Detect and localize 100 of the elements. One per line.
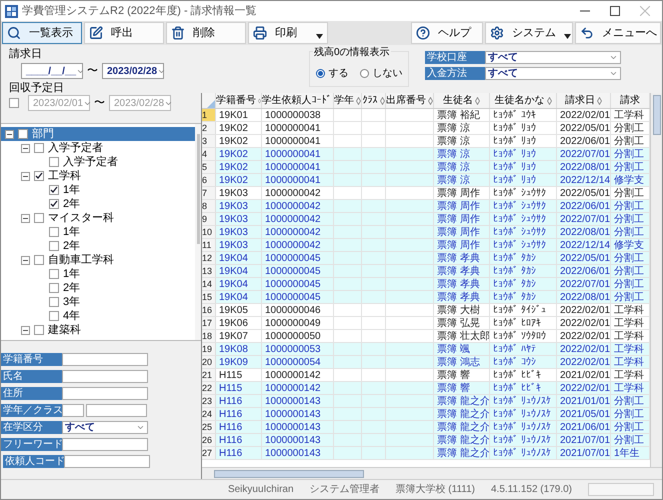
- checkbox[interactable]: [49, 297, 59, 307]
- table-row[interactable]: 27 H116 1000000143 票簿 龍之介 ﾋｮｳﾎﾞ ﾘｭｳﾉｽｹ 2021/07/01 1年生: [202, 447, 650, 460]
- checkbox[interactable]: [49, 283, 59, 293]
- table-row[interactable]: 11 19K03 1000000042 票簿 周作 ﾋｮｳﾎﾞ ｼｭｳｻｸ 2022/12/14 修学支: [202, 239, 650, 252]
- select-field[interactable]: すべて: [485, 51, 621, 64]
- checkbox[interactable]: [49, 227, 59, 237]
- radio-button[interactable]: する: [316, 66, 348, 81]
- checkbox[interactable]: [49, 185, 59, 195]
- sort-icon[interactable]: [475, 96, 480, 104]
- sort-icon[interactable]: [356, 96, 361, 104]
- tree-item[interactable]: 2年: [1, 197, 195, 211]
- scrollbar[interactable]: [195, 124, 201, 340]
- checkbox[interactable]: [34, 325, 44, 335]
- select-field[interactable]: すべて: [62, 421, 148, 434]
- checkbox[interactable]: [9, 98, 19, 108]
- table-row[interactable]: 12 19K04 1000000045 票簿 孝典 ﾋｮｳﾎﾞ ﾀｶｼ 2022/05/01 分割工: [202, 252, 650, 265]
- sort-icon[interactable]: [546, 96, 552, 104]
- checkbox[interactable]: [34, 255, 44, 265]
- column-header[interactable]: 学年: [334, 93, 362, 108]
- input-field[interactable]: [62, 370, 148, 383]
- column-header[interactable]: 生徒名かな: [490, 93, 557, 108]
- date-field[interactable]: ____/__/__: [21, 63, 83, 80]
- table-row[interactable]: 24 H116 1000000143 票簿 龍之介 ﾋｮｳﾎﾞ ﾘｭｳﾉｽｹ 2021/05/01 分割工: [202, 408, 650, 421]
- tree-item[interactable]: 入学予定者: [1, 155, 195, 169]
- scrollbar[interactable]: [202, 467, 662, 479]
- input-field[interactable]: [62, 404, 84, 417]
- tree-item[interactable]: 1年: [1, 183, 195, 197]
- toolbar-button[interactable]: 印刷: [248, 22, 328, 44]
- input-field[interactable]: [64, 455, 150, 468]
- input-field[interactable]: [62, 353, 148, 366]
- table-row[interactable]: 18 19K07 1000000050 票簿 壮太郎 ﾋｮｳﾎﾞ ｿｳﾀﾛｳ 2022/02/01 工学科: [202, 330, 650, 343]
- table-row[interactable]: 23 H116 1000000143 票簿 龍之介 ﾋｮｳﾎﾞ ﾘｭｳﾉｽｹ 2021/01/01 分割工: [202, 395, 650, 408]
- collapse-icon[interactable]: [5, 130, 14, 138]
- tree-item[interactable]: 3年: [1, 295, 195, 309]
- select-field[interactable]: すべて: [485, 67, 621, 80]
- tree-item[interactable]: 4年: [1, 309, 195, 323]
- checkbox[interactable]: [49, 311, 59, 321]
- collapse-icon[interactable]: [21, 144, 30, 152]
- table-row[interactable]: 21 H115 1000000142 票簿 響 ﾋｮｳﾎﾞ ﾋﾋﾞｷ 2021/02/01 工学科: [202, 369, 650, 382]
- collapse-icon[interactable]: [21, 172, 30, 180]
- table-row[interactable]: 9 19K03 1000000042 票簿 周作 ﾋｮｳﾎﾞ ｼｭｳｻｸ 2022/07/01 分割工: [202, 213, 650, 226]
- tree-item[interactable]: 部門: [1, 127, 195, 141]
- checkbox[interactable]: [49, 157, 59, 167]
- checkbox[interactable]: [34, 171, 44, 181]
- input-field[interactable]: [62, 387, 148, 400]
- table-row[interactable]: 14 19K04 1000000045 票簿 孝典 ﾋｮｳﾎﾞ ﾀｶｼ 2022/07/01 分割工: [202, 278, 650, 291]
- tree-item[interactable]: 2年: [1, 239, 195, 253]
- date-field[interactable]: 2023/02/28: [102, 63, 164, 80]
- tree-item[interactable]: 2年: [1, 281, 195, 295]
- checkbox[interactable]: [34, 213, 44, 223]
- table-row[interactable]: 3 19K02 1000000041 票簿 涼 ﾋｮｳﾎﾞ ﾘｮｳ 2022/06/01 分割工: [202, 135, 650, 148]
- collapse-icon[interactable]: [21, 214, 30, 222]
- toolbar-button[interactable]: 一覧表示: [2, 22, 82, 44]
- tree-item[interactable]: 1年: [1, 267, 195, 281]
- sort-icon[interactable]: [597, 96, 602, 104]
- toolbar-button[interactable]: 呼出: [84, 22, 164, 44]
- tree-item[interactable]: 入学予定者: [1, 141, 195, 155]
- table-row[interactable]: 2 19K02 1000000041 票簿 涼 ﾋｮｳﾎﾞ ﾘｮｳ 2022/05/01 分割工: [202, 122, 650, 135]
- scrollbar[interactable]: [650, 93, 662, 467]
- column-header[interactable]: 請求日: [557, 93, 611, 108]
- table-row[interactable]: 20 19K09 1000000054 票簿 鴻志 ﾋｮｳﾎﾞ ｺｳｼ 2022/02/01 工学科: [202, 356, 650, 369]
- tree-item[interactable]: 自動車工学科: [1, 253, 195, 267]
- table-row[interactable]: 16 19K05 1000000046 票簿 大樹 ﾋｮｳﾎﾞ ﾀｲｼﾞｭ 2022/02/01 工学科: [202, 304, 650, 317]
- collapse-icon[interactable]: [21, 326, 30, 334]
- column-header[interactable]: 出席番号: [386, 93, 434, 108]
- sort-icon[interactable]: [428, 96, 433, 104]
- checkbox[interactable]: [18, 129, 28, 139]
- tree-item[interactable]: 工学科: [1, 169, 195, 183]
- radio-button[interactable]: しない: [360, 66, 402, 81]
- input-field[interactable]: [62, 438, 148, 451]
- sort-icon[interactable]: [258, 96, 261, 104]
- table-row[interactable]: 8 19K03 1000000042 票簿 周作 ﾋｮｳﾎﾞ ｼｭｳｻｸ 2022/06/01 分割工: [202, 200, 650, 213]
- table-row[interactable]: 6 19K02 1000000041 票簿 涼 ﾋｮｳﾎﾞ ﾘｮｳ 2022/12/14 修学支: [202, 174, 650, 187]
- table-row[interactable]: 5 19K02 1000000041 票簿 涼 ﾋｮｳﾎﾞ ﾘｮｳ 2022/08/01 分割工: [202, 161, 650, 174]
- collapse-icon[interactable]: [21, 256, 30, 264]
- tree-item[interactable]: 建築科: [1, 323, 195, 337]
- table-row[interactable]: 1 19K01 1000000038 票簿 裕紀 ﾋｮｳﾎﾞ ﾕｳｷ 2022/02/01 工学科: [202, 109, 650, 122]
- toolbar-button[interactable]: メニューへ: [575, 22, 661, 44]
- tree-item[interactable]: マイスター科: [1, 211, 195, 225]
- close-icon[interactable]: [640, 6, 650, 16]
- table-row[interactable]: 19 19K08 1000000053 票簿 颯 ﾋｮｳﾎﾞ ﾊﾔﾃ 2022/02/01 工学科: [202, 343, 650, 356]
- column-header[interactable]: 学籍番号: [216, 93, 262, 108]
- table-row[interactable]: 22 H115 1000000142 票簿 響 ﾋｮｳﾎﾞ ﾋﾋﾞｷ 2022/02/01 工学科: [202, 382, 650, 395]
- input-field[interactable]: [86, 404, 147, 417]
- maximize-icon[interactable]: [610, 6, 620, 16]
- table-row[interactable]: 7 19K03 1000000042 票簿 周作 ﾋｮｳﾎﾞ ｼｭｳｻｸ 2022/05/01 分割工: [202, 187, 650, 200]
- toolbar-button[interactable]: ヘルプ: [411, 22, 483, 44]
- table-row[interactable]: 10 19K03 1000000042 票簿 周作 ﾋｮｳﾎﾞ ｼｭｳｻｸ 2022/08/01 分割工: [202, 226, 650, 239]
- column-header[interactable]: ｸﾗｽ: [362, 93, 386, 108]
- checkbox[interactable]: [34, 143, 44, 153]
- sort-icon[interactable]: [380, 96, 384, 104]
- column-header[interactable]: 生徒名: [434, 93, 490, 108]
- checkbox[interactable]: [49, 241, 59, 251]
- checkbox[interactable]: [49, 199, 59, 209]
- table-row[interactable]: 17 19K06 1000000049 票簿 弘晃 ﾋｮｳﾎﾞ ﾋﾛｱｷ 2022/02/01 工学科: [202, 317, 650, 330]
- checkbox[interactable]: [49, 269, 59, 279]
- table-row[interactable]: 25 H116 1000000143 票簿 龍之介 ﾋｮｳﾎﾞ ﾘｭｳﾉｽｹ 2021/06/01 分割工: [202, 421, 650, 434]
- table-row[interactable]: 13 19K04 1000000045 票簿 孝典 ﾋｮｳﾎﾞ ﾀｶｼ 2022/06/01 分割工: [202, 265, 650, 278]
- toolbar-button[interactable]: システム: [485, 22, 573, 44]
- column-header[interactable]: 学生依頼人ｺｰﾄﾞ: [262, 93, 334, 108]
